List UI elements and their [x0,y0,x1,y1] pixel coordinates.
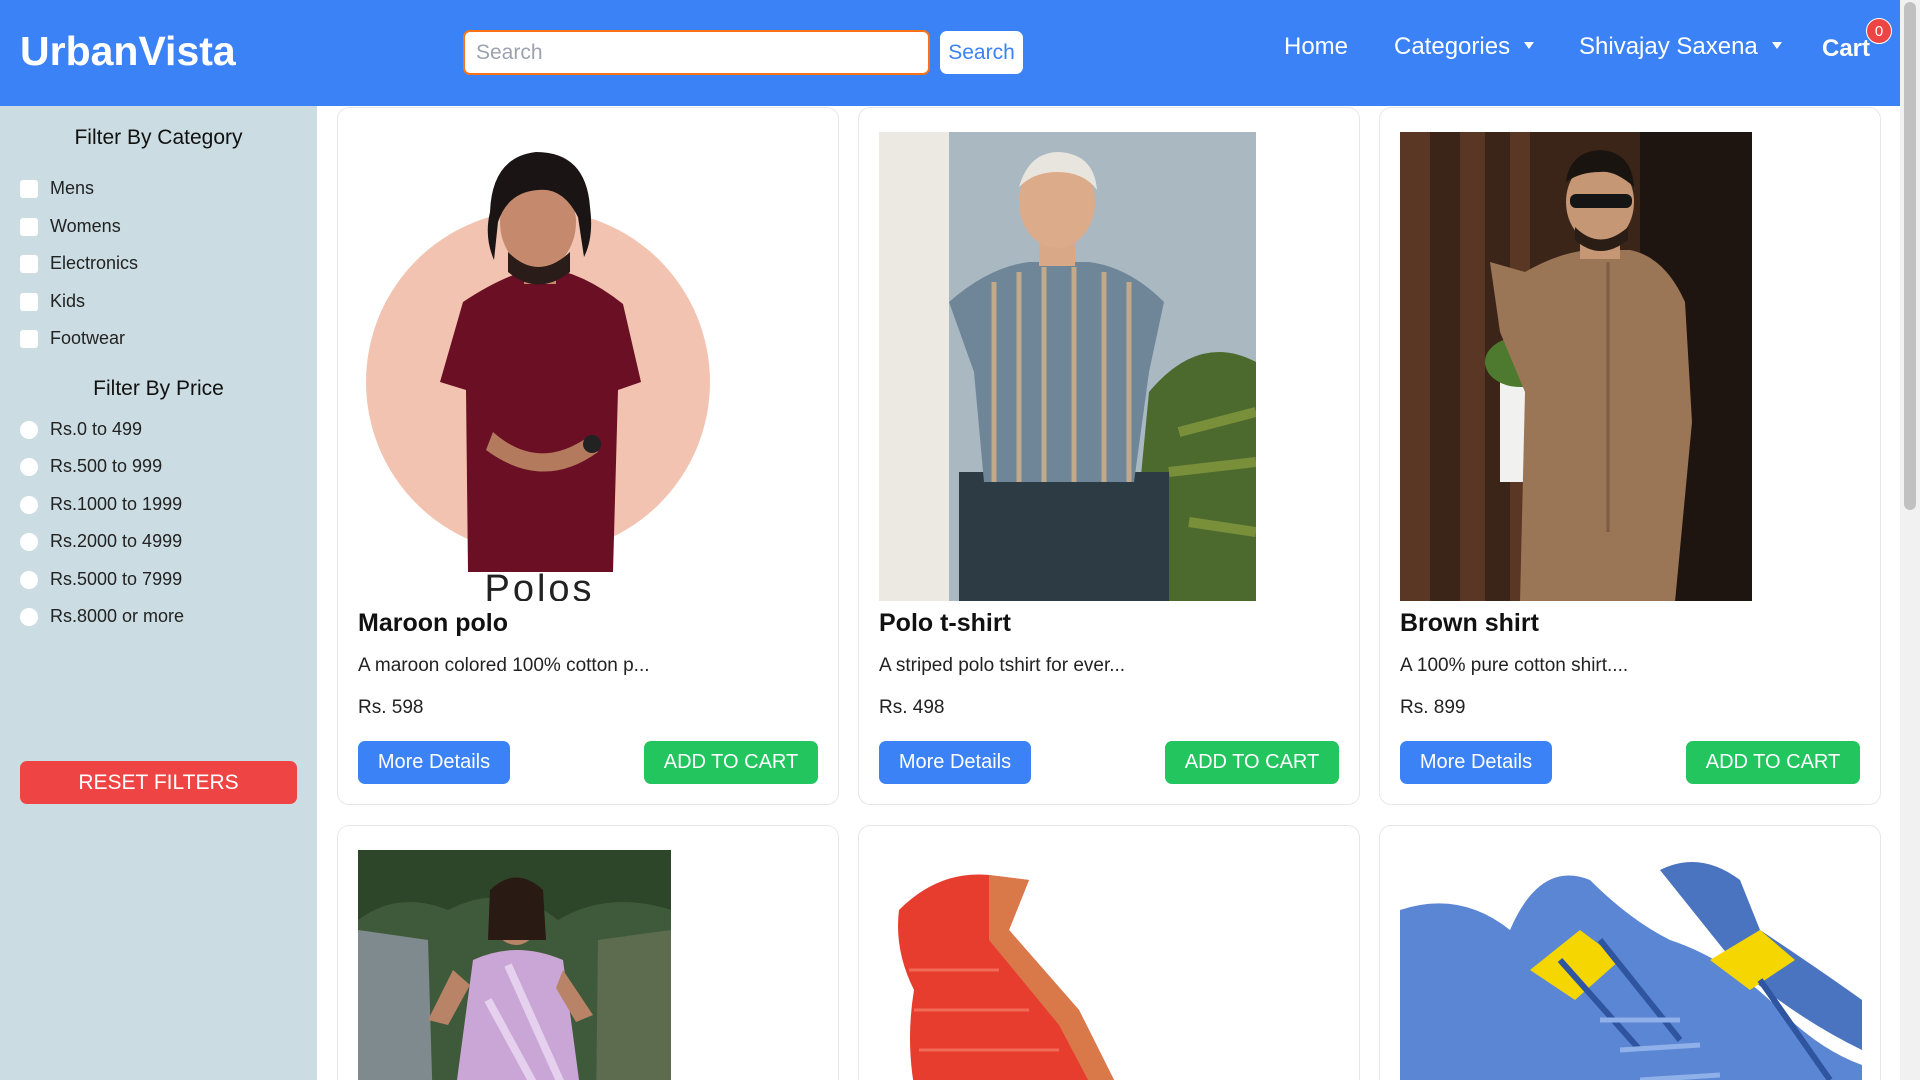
checkbox[interactable] [20,254,38,273]
checkbox[interactable] [20,292,38,311]
product-price: Rs. 899 [1400,697,1466,718]
checkbox[interactable] [20,217,38,236]
radio[interactable] [20,457,38,476]
product-card: Brown shirt A 100% pure cotton shirt....… [1379,107,1881,805]
price-filter-title: Filter By Price [93,377,224,400]
filter-price-0-499[interactable]: Rs.0 to 499 [20,419,142,440]
filter-category-footwear[interactable]: Footwear [20,328,125,349]
filter-label: Rs.1000 to 1999 [50,494,183,514]
product-name: Polo t-shirt [879,609,1011,637]
radio[interactable] [20,570,38,589]
more-details-button[interactable]: More Details [879,741,1031,784]
lilac-saree-photo [358,850,671,1080]
filter-sidebar: Filter By Category Mens Womens Electroni… [0,106,317,1080]
product-card [1379,825,1881,1080]
page-scrollbar[interactable] [1900,0,1920,1080]
radio[interactable] [20,420,38,439]
filter-price-2000-4999[interactable]: Rs.2000 to 4999 [20,531,182,552]
product-image[interactable] [879,132,1256,601]
more-details-button[interactable]: More Details [358,741,510,784]
filter-label: Rs.5000 to 7999 [50,569,183,589]
filter-label: Electronics [50,253,139,273]
product-image[interactable] [879,850,1341,1080]
search-button[interactable]: Search [940,31,1023,74]
product-image[interactable]: Polos [358,132,721,601]
category-filter-title: Filter By Category [74,126,243,149]
reset-filters-button[interactable]: RESET FILTERS [20,761,297,804]
scrollbar-thumb[interactable] [1904,2,1916,510]
filter-label: Rs.8000 or more [50,606,185,626]
product-price: Rs. 498 [879,697,945,718]
radio[interactable] [20,495,38,514]
product-image[interactable] [358,850,671,1080]
product-card: Polos Maroon polo A maroon colored 100% … [337,107,839,805]
product-image[interactable] [1400,850,1862,1080]
brown-shirt-photo [1400,132,1752,601]
striped-polo-photo [879,132,1256,601]
checkbox[interactable] [20,179,38,198]
brand-logo[interactable]: UrbanVista [20,28,236,75]
product-card: Polo t-shirt A striped polo tshirt for e… [858,107,1360,805]
red-saree-photo [879,850,1341,1080]
filter-label: Rs.2000 to 4999 [50,531,183,551]
radio[interactable] [20,532,38,551]
filter-label: Kids [50,291,86,311]
filter-price-5000-7999[interactable]: Rs.5000 to 7999 [20,569,182,590]
add-to-cart-button[interactable]: ADD TO CART [1165,741,1339,784]
chevron-down-icon [1771,42,1782,50]
add-to-cart-button[interactable]: ADD TO CART [644,741,818,784]
blue-sneakers-photo [1400,850,1862,1080]
product-name: Brown shirt [1400,609,1539,637]
product-description: A 100% pure cotton shirt.... [1400,655,1629,676]
filter-label: Womens [50,216,121,236]
filter-price-500-999[interactable]: Rs.500 to 999 [20,456,162,477]
nav-user-label: Shivajay Saxena [1579,33,1758,60]
more-details-button[interactable]: More Details [1400,741,1552,784]
product-name: Maroon polo [358,609,508,637]
chevron-down-icon [1524,42,1535,50]
nav-categories-label: Categories [1394,33,1511,60]
nav-user-dropdown[interactable]: Shivajay Saxena [1579,33,1782,61]
checkbox[interactable] [20,329,38,348]
nav-categories-dropdown[interactable]: Categories [1394,33,1535,61]
product-card [337,825,839,1080]
product-description: A striped polo tshirt for ever... [879,655,1126,676]
product-price: Rs. 598 [358,697,424,718]
filter-label: Rs.500 to 999 [50,456,163,476]
product-card [858,825,1360,1080]
image-caption: Polos [484,568,595,601]
filter-label: Mens [50,178,95,198]
filter-label: Rs.0 to 499 [50,419,143,439]
filter-category-electronics[interactable]: Electronics [20,253,138,274]
product-image[interactable] [1400,132,1752,601]
product-description: A maroon colored 100% cotton p... [358,655,650,676]
filter-price-1000-1999[interactable]: Rs.1000 to 1999 [20,494,182,515]
add-to-cart-button[interactable]: ADD TO CART [1686,741,1860,784]
maroon-polo-photo [358,132,721,601]
filter-category-womens[interactable]: Womens [20,216,121,237]
filter-category-mens[interactable]: Mens [20,178,94,199]
filter-category-kids[interactable]: Kids [20,291,85,312]
nav-home-link[interactable]: Home [1284,33,1348,61]
top-navbar: UrbanVista Search Home Categories Shivaj… [0,0,1900,106]
radio[interactable] [20,607,38,626]
cart-count-badge: 0 [1866,18,1892,44]
filter-price-8000-plus[interactable]: Rs.8000 or more [20,606,184,627]
nav-cart-link[interactable]: Cart [1822,35,1870,63]
search-input[interactable] [463,30,930,75]
filter-label: Footwear [50,328,126,348]
